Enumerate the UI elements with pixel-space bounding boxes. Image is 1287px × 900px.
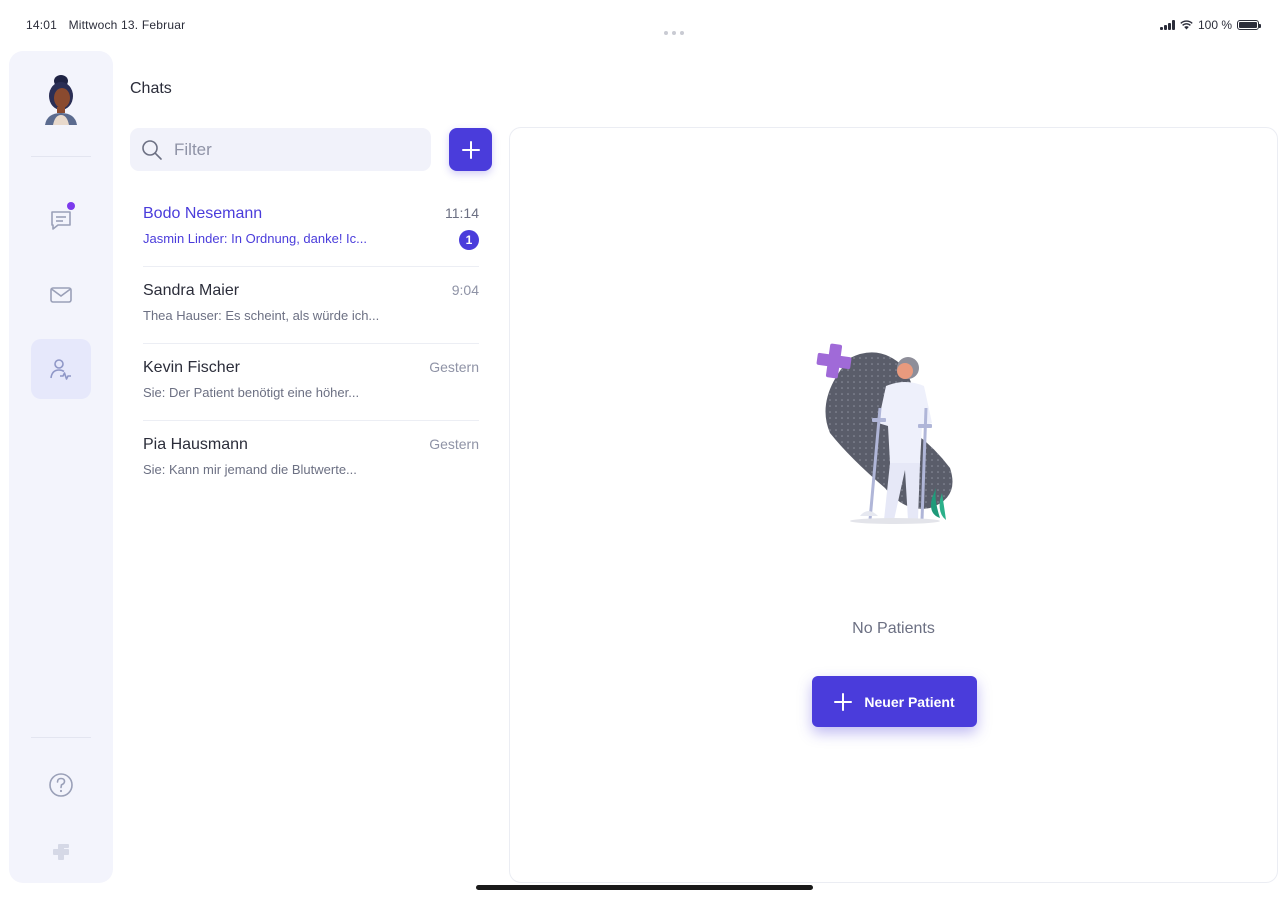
multitasking-dots-icon[interactable]: [664, 22, 688, 35]
status-time: 14:01: [26, 18, 58, 32]
chat-preview: Thea Hauser: Es scheint, als würde ich..…: [143, 308, 380, 323]
sidebar: [9, 51, 113, 883]
nav-help[interactable]: [31, 755, 91, 815]
sidebar-divider: [31, 737, 91, 738]
battery-icon: [1237, 20, 1261, 30]
filter-input[interactable]: [172, 138, 416, 161]
status-bar: 14:01 Mittwoch 13. Februar 100 %: [0, 0, 1287, 48]
chat-item[interactable]: Pia Hausmann Gestern Sie: Kann mir jeman…: [143, 421, 479, 498]
nav-logo: [31, 822, 91, 882]
sidebar-divider: [31, 156, 91, 157]
new-patient-label: Neuer Patient: [864, 693, 955, 710]
search-icon: [142, 139, 162, 160]
nav-patients[interactable]: [31, 339, 91, 399]
patients-icon: [50, 359, 71, 380]
battery-percent: 100 %: [1197, 18, 1232, 32]
chat-list: Bodo Nesemann 11:14 Jasmin Linder: In Or…: [143, 190, 479, 498]
wifi-icon: [1180, 20, 1193, 30]
chat-preview: Sie: Der Patient benötigt eine höher...: [143, 385, 360, 400]
status-right: 100 %: [1159, 18, 1261, 32]
empty-state-illustration: [816, 343, 953, 524]
app-logo-icon: [53, 844, 69, 860]
user-avatar[interactable]: [39, 69, 83, 125]
nav-chats[interactable]: [31, 190, 91, 250]
chat-item[interactable]: Bodo Nesemann 11:14 Jasmin Linder: In Or…: [143, 190, 479, 267]
new-patient-button[interactable]: Neuer Patient: [812, 676, 977, 727]
empty-state-text: No Patients: [852, 620, 935, 637]
home-indicator[interactable]: [476, 885, 813, 890]
notification-dot: [67, 202, 75, 210]
chat-name: Bodo Nesemann: [143, 205, 263, 222]
plus-icon: [834, 692, 853, 711]
mail-icon: [50, 287, 72, 303]
unread-badge: 1: [459, 230, 479, 250]
chat-item[interactable]: Kevin Fischer Gestern Sie: Der Patient b…: [143, 344, 479, 421]
chat-preview: Sie: Kann mir jemand die Blutwerte...: [143, 462, 357, 477]
chat-item[interactable]: Sandra Maier 9:04 Thea Hauser: Es schein…: [143, 267, 479, 344]
chats-title: Chats: [130, 80, 172, 97]
signal-icon: [1159, 20, 1175, 30]
chat-name: Pia Hausmann: [143, 436, 248, 453]
chat-time: 11:14: [445, 205, 479, 221]
chat-name: Sandra Maier: [143, 282, 240, 299]
chat-time: 9:04: [451, 282, 479, 298]
chat-name: Kevin Fischer: [143, 359, 240, 376]
filter-search-box[interactable]: [130, 128, 431, 171]
help-icon: [49, 773, 73, 797]
chat-time: Gestern: [429, 359, 479, 375]
status-left: 14:01 Mittwoch 13. Februar: [26, 18, 193, 32]
chat-preview: Jasmin Linder: In Ordnung, danke! Ic...: [143, 231, 368, 246]
chat-icon: [51, 211, 71, 230]
chat-time: Gestern: [429, 436, 479, 452]
main-panel: No Patients Neuer Patient: [509, 127, 1278, 883]
status-date: Mittwoch 13. Februar: [68, 18, 186, 32]
plus-icon: [461, 140, 480, 159]
nav-mail[interactable]: [31, 265, 91, 325]
new-chat-button[interactable]: [449, 128, 492, 171]
